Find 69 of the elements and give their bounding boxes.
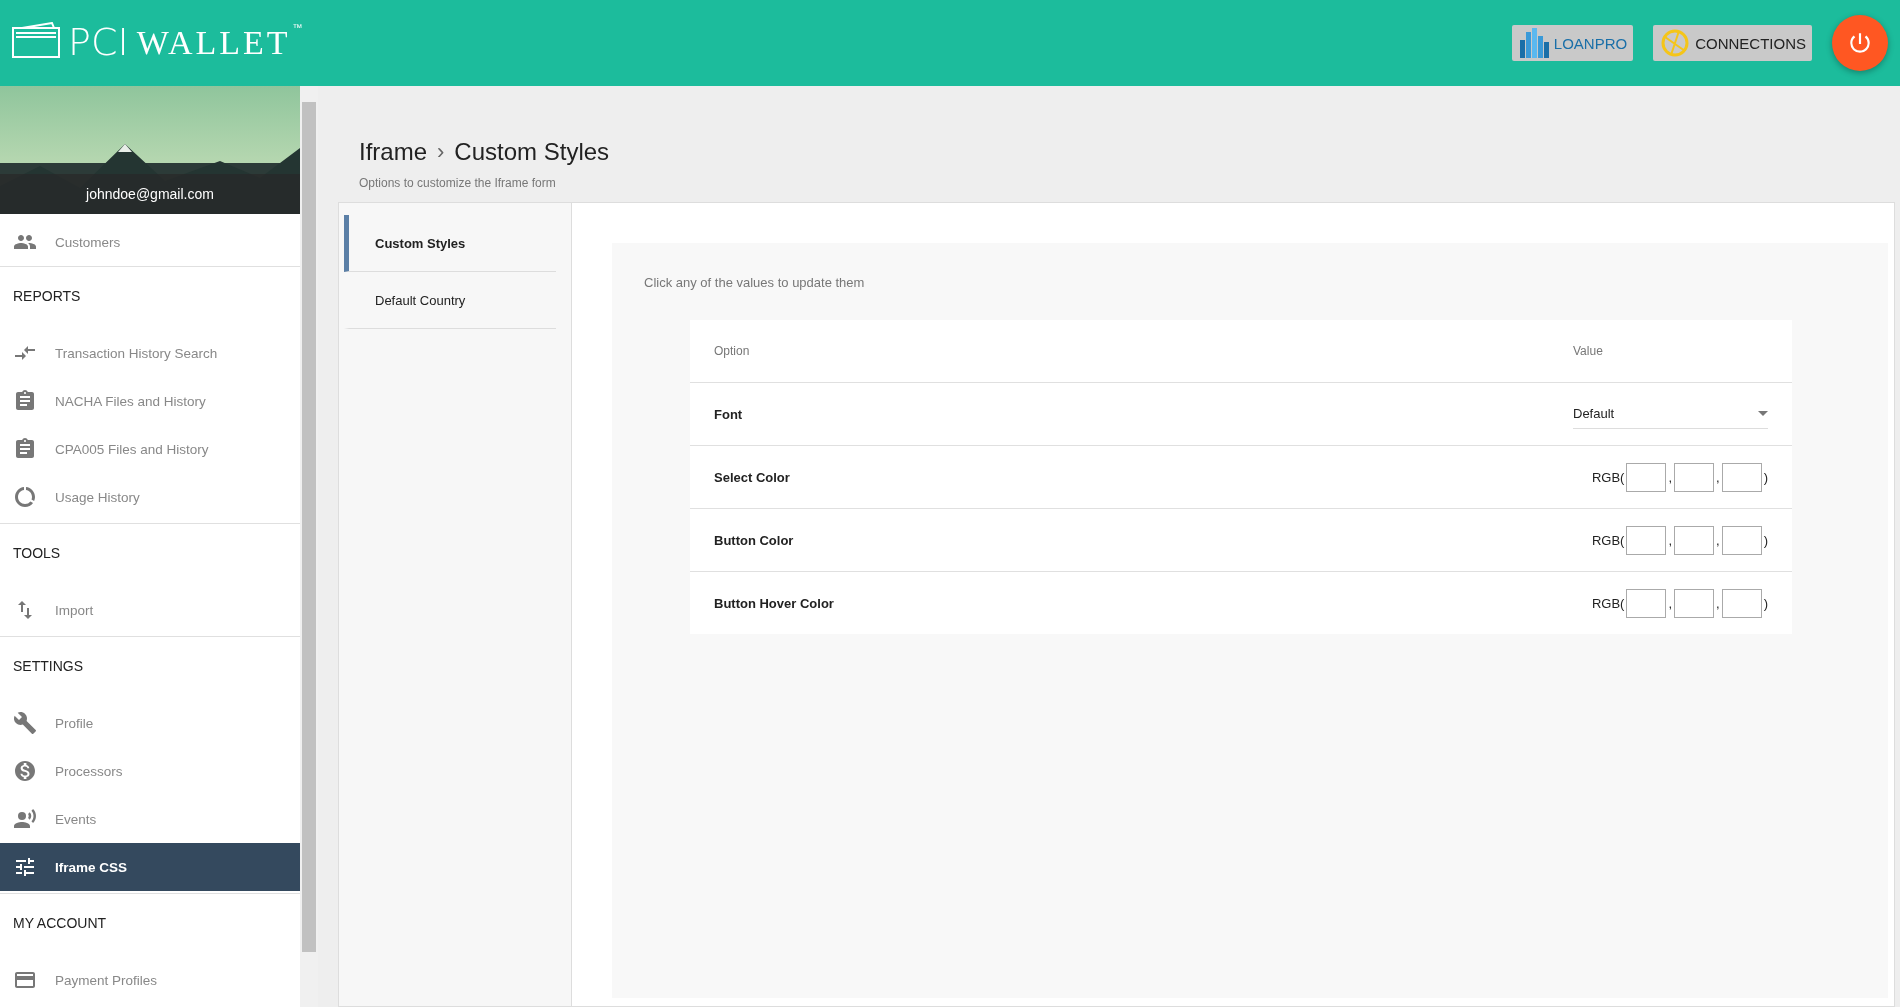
sidebar-item[interactable]: Processors — [0, 747, 300, 795]
section-heading: SETTINGS — [12, 657, 84, 676]
input-field[interactable] — [1674, 588, 1715, 618]
column-header: Value — [1573, 344, 1604, 358]
section-heading: MY ACCOUNT — [12, 914, 108, 933]
option-label: Button Hover Color — [714, 595, 835, 611]
nav-icon — [13, 389, 37, 413]
page-title: Iframe — [359, 138, 427, 166]
closing-paren: ) — [1763, 469, 1768, 485]
sidebar-item[interactable]: Import — [0, 586, 300, 634]
section-heading: REPORTS — [12, 287, 82, 306]
section-heading: TOOLS — [12, 544, 62, 563]
sidebar-item[interactable]: Payment Profiles — [0, 956, 300, 1004]
input-field[interactable] — [1626, 525, 1667, 555]
input-field[interactable] — [1674, 525, 1715, 555]
rgb-label: RGB( — [1591, 532, 1625, 548]
font-dropdown[interactable]: Default — [1573, 399, 1768, 429]
trademark-sign: ™ — [292, 22, 303, 33]
nav-icon — [13, 759, 37, 783]
integration-button[interactable]: LOANPRO — [1511, 25, 1634, 61]
wallet-card-icon — [12, 22, 60, 58]
closing-paren: ) — [1763, 532, 1768, 548]
bar-chart-logo-icon — [1517, 28, 1550, 58]
separator: , — [1668, 595, 1673, 611]
page-title: Custom Styles — [454, 138, 610, 166]
input-field[interactable] — [1721, 588, 1762, 618]
nav-icon — [13, 855, 37, 879]
nav-icon — [13, 807, 37, 831]
caret-icon — [1758, 411, 1768, 416]
separator: , — [1668, 532, 1673, 548]
sidebar-item[interactable]: Customers — [0, 218, 300, 266]
separator: , — [1668, 469, 1673, 485]
input-field[interactable] — [1626, 462, 1667, 492]
user-email: johndoe@gmail.com — [0, 174, 300, 214]
sidebar-item[interactable]: Transaction History Search — [0, 329, 300, 377]
rgb-label: RGB( — [1591, 469, 1625, 485]
sidebar-item[interactable]: Events — [0, 795, 300, 843]
separator: , — [1716, 595, 1720, 611]
rgb-label: RGB( — [1591, 595, 1625, 611]
sidebar-item[interactable]: NACHA Files and History — [0, 377, 300, 425]
closing-paren: ) — [1763, 595, 1768, 611]
sidebar-item[interactable]: Iframe CSS — [0, 843, 300, 891]
nav-icon — [13, 437, 37, 461]
nav-icon — [13, 485, 37, 509]
side-tab[interactable]: Default Country — [344, 272, 556, 329]
option-label: Font — [714, 406, 744, 422]
logo-text: WALLET — [136, 23, 291, 63]
input-field[interactable] — [1626, 588, 1667, 618]
breadcrumb-separator: › — [437, 139, 445, 165]
input-field[interactable] — [1721, 525, 1762, 555]
column-header: Option — [714, 344, 751, 358]
integration-button[interactable]: CONNECTIONS — [1653, 25, 1812, 61]
sidebar-item[interactable]: CPA005 Files and History — [0, 425, 300, 473]
scrollbar-thumb[interactable] — [302, 102, 316, 952]
option-label: Button Color — [714, 532, 795, 548]
hint-text: Click any of the values to update them — [644, 275, 866, 290]
input-field[interactable] — [1721, 462, 1762, 492]
power-icon — [1847, 30, 1873, 56]
separator: , — [1716, 469, 1720, 485]
power-button[interactable] — [1832, 15, 1888, 71]
option-label: Select Color — [714, 469, 791, 485]
page-subtitle: Options to customize the Iframe form — [359, 176, 557, 190]
sidebar-item[interactable]: Usage History — [0, 473, 300, 521]
logo-text: PCI — [68, 22, 129, 62]
sidebar-item[interactable]: Profile — [0, 699, 300, 747]
separator: , — [1716, 532, 1720, 548]
nav-icon — [13, 711, 37, 735]
side-tab[interactable]: Custom Styles — [344, 215, 556, 272]
input-field[interactable] — [1674, 462, 1715, 492]
